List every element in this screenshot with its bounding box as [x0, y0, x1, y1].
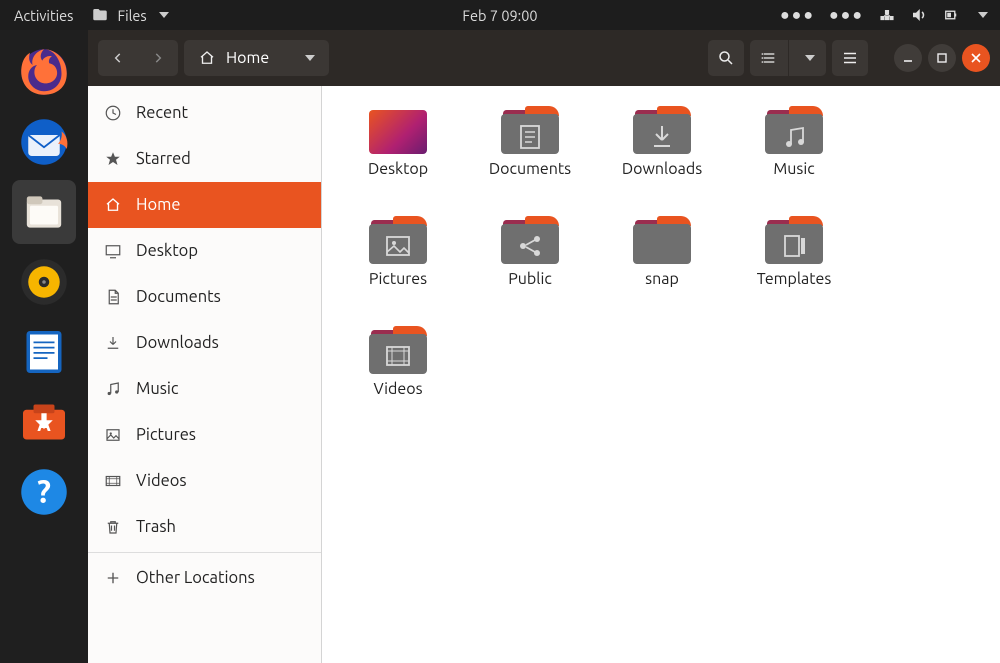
file-item[interactable]: Pictures — [332, 216, 464, 326]
sidebar-item-desktop[interactable]: Desktop — [88, 228, 321, 274]
sidebar-item-label: Home — [136, 196, 181, 214]
sidebar-item-home[interactable]: Home — [88, 182, 321, 228]
file-label: Downloads — [622, 160, 702, 178]
chevron-down-icon — [805, 55, 815, 61]
nav-back-forward — [98, 40, 178, 76]
home-icon — [198, 49, 216, 67]
minimize-button[interactable] — [894, 44, 922, 72]
image-icon — [104, 426, 122, 444]
path-bar-button[interactable]: Home — [184, 40, 329, 76]
activities-button[interactable]: Activities — [14, 7, 73, 24]
network-icon[interactable] — [878, 6, 896, 24]
menu-icon — [841, 49, 859, 67]
path-label: Home — [226, 49, 269, 67]
sidebar-item-videos[interactable]: Videos — [88, 458, 321, 504]
plus-icon — [104, 569, 122, 587]
indicator-icon[interactable]: ●●● — [829, 6, 864, 25]
file-label: Music — [773, 160, 814, 178]
file-label: Documents — [489, 160, 571, 178]
files-icon-view[interactable]: Desktop Documents Downloads Music Pictures Pu… — [322, 86, 1000, 663]
svg-text:?: ? — [37, 474, 51, 509]
document-icon — [104, 288, 122, 306]
sidebar-item-recent[interactable]: Recent — [88, 90, 321, 136]
file-item[interactable]: Music — [728, 106, 860, 216]
header-bar: Home — [88, 30, 1000, 86]
file-label: Templates — [757, 270, 832, 288]
file-label: Desktop — [368, 160, 428, 178]
files-window: Home Recent — [88, 30, 1000, 663]
file-label: snap — [645, 270, 679, 288]
svg-text:A: A — [37, 413, 51, 435]
view-options-button[interactable] — [788, 40, 826, 76]
list-view-button[interactable] — [750, 40, 788, 76]
battery-icon[interactable] — [942, 6, 960, 24]
file-item[interactable]: Public — [464, 216, 596, 326]
video-icon — [104, 472, 122, 490]
star-icon — [104, 150, 122, 168]
sidebar-item-trash[interactable]: Trash — [88, 504, 321, 550]
sidebar-item-label: Pictures — [136, 426, 196, 444]
gnome-top-panel: Activities Files Feb 7 09:00 ●●● ●●● — [0, 0, 1000, 30]
app-menu-label: Files — [117, 7, 146, 24]
home-icon — [104, 196, 122, 214]
file-item[interactable]: Documents — [464, 106, 596, 216]
download-icon — [104, 334, 122, 352]
file-item[interactable]: snap — [596, 216, 728, 326]
chevron-down-icon — [305, 55, 315, 61]
file-label: Public — [508, 270, 552, 288]
close-button[interactable] — [962, 44, 990, 72]
search-button[interactable] — [708, 40, 744, 76]
sidebar-item-label: Recent — [136, 104, 188, 122]
dock-app-thunderbird[interactable] — [12, 110, 76, 174]
sidebar-item-music[interactable]: Music — [88, 366, 321, 412]
sidebar-item-downloads[interactable]: Downloads — [88, 320, 321, 366]
file-item[interactable]: Videos — [332, 326, 464, 436]
folder-icon — [91, 6, 109, 24]
sidebar-item-label: Other Locations — [136, 569, 255, 587]
dock-app-writer[interactable] — [12, 320, 76, 384]
hamburger-menu-button[interactable] — [832, 40, 868, 76]
view-switcher — [750, 40, 826, 76]
sidebar-item-label: Downloads — [136, 334, 219, 352]
app-menu-button[interactable]: Files — [91, 6, 168, 24]
music-icon — [104, 380, 122, 398]
dock-app-firefox[interactable] — [12, 40, 76, 104]
chevron-down-icon[interactable] — [978, 12, 988, 18]
desktop-icon — [104, 242, 122, 260]
clock-button[interactable]: Feb 7 09:00 — [462, 7, 537, 24]
maximize-button[interactable] — [928, 44, 956, 72]
dock: A ? — [0, 30, 88, 663]
volume-icon[interactable] — [910, 6, 928, 24]
indicator-icon[interactable]: ●●● — [780, 6, 815, 25]
places-sidebar: Recent Starred Home Desktop Documents — [88, 86, 322, 663]
dock-app-software[interactable]: A — [12, 390, 76, 454]
sidebar-item-starred[interactable]: Starred — [88, 136, 321, 182]
search-icon — [717, 49, 735, 67]
sidebar-item-label: Videos — [136, 472, 187, 490]
sidebar-item-label: Starred — [136, 150, 191, 168]
chevron-down-icon — [159, 12, 169, 18]
dock-app-files[interactable] — [12, 180, 76, 244]
sidebar-item-label: Desktop — [136, 242, 198, 260]
file-item[interactable]: Desktop — [332, 106, 464, 216]
sidebar-item-pictures[interactable]: Pictures — [88, 412, 321, 458]
sidebar-item-label: Music — [136, 380, 179, 398]
file-label: Pictures — [369, 270, 427, 288]
forward-button[interactable] — [138, 40, 178, 76]
file-item[interactable]: Downloads — [596, 106, 728, 216]
sidebar-item-documents[interactable]: Documents — [88, 274, 321, 320]
sidebar-item-other-locations[interactable]: Other Locations — [88, 555, 321, 601]
dock-app-rhythmbox[interactable] — [12, 250, 76, 314]
dock-app-help[interactable]: ? — [12, 460, 76, 524]
file-item[interactable]: Templates — [728, 216, 860, 326]
clock-icon — [104, 104, 122, 122]
back-button[interactable] — [98, 40, 138, 76]
file-label: Videos — [373, 380, 422, 398]
trash-icon — [104, 518, 122, 536]
sidebar-item-label: Documents — [136, 288, 221, 306]
sidebar-item-label: Trash — [136, 518, 176, 536]
